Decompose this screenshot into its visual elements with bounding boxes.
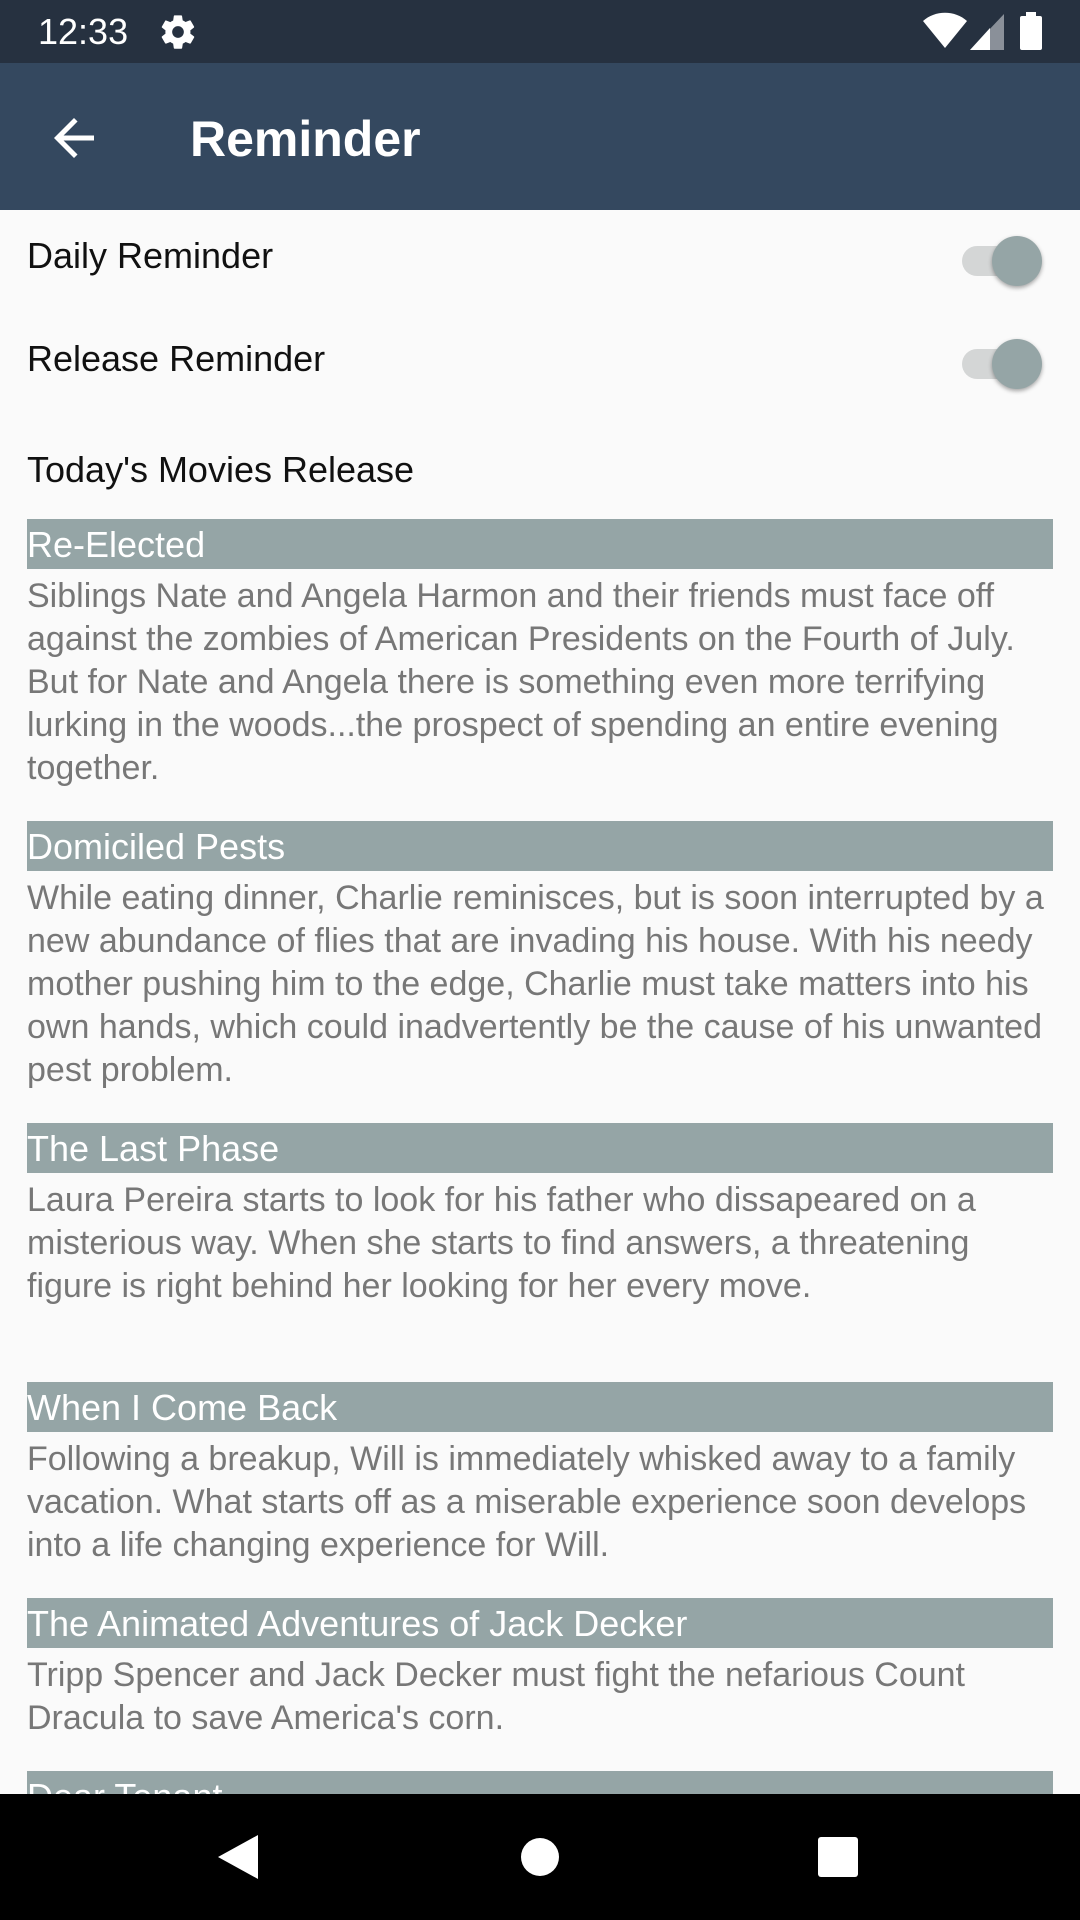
movie-title[interactable]: The Last Phase [27, 1123, 1053, 1173]
release-reminder-label: Release Reminder [27, 338, 326, 379]
section-title: Today's Movies Release [27, 449, 415, 490]
release-reminder-row[interactable]: Release Reminder [0, 313, 1080, 405]
movie-title[interactable]: The Animated Adventures of Jack Decker [27, 1598, 1053, 1648]
status-time: 12:33 [38, 11, 129, 52]
home-circle-icon [521, 1838, 559, 1876]
movie-title[interactable]: Re-Elected [27, 519, 1053, 569]
settings-icon [161, 15, 195, 49]
back-button[interactable] [38, 108, 110, 168]
movie-overview: Tripp Spencer and Jack Decker must fight… [27, 1656, 965, 1737]
movie-overview: Siblings Nate and Angela Harmon and thei… [27, 577, 1015, 787]
release-reminder-switch[interactable] [960, 337, 1046, 389]
arrow-back-icon [54, 118, 94, 158]
recents-square-icon [818, 1837, 858, 1877]
nav-back-button[interactable] [200, 1822, 280, 1892]
movie-title[interactable]: Dear Tenant [27, 1771, 1053, 1794]
page-title: Reminder [190, 111, 421, 167]
daily-reminder-row[interactable]: Daily Reminder [0, 210, 1080, 302]
reminder-content: Daily Reminder Release Reminder Today's … [0, 210, 1080, 1794]
status-bar: 12:33 [0, 0, 1080, 63]
movie-title[interactable]: When I Come Back [27, 1382, 1053, 1432]
switch-thumb [992, 236, 1042, 286]
movie-overview: While eating dinner, Charlie reminisces,… [27, 879, 1044, 1089]
switch-thumb [992, 339, 1042, 389]
signal-icon [970, 14, 1004, 50]
movie-overview: Following a breakup, Will is immediately… [27, 1440, 1027, 1564]
battery-icon [1020, 12, 1042, 50]
movie-title[interactable]: Domiciled Pests [27, 821, 1053, 871]
nav-recents-button[interactable] [798, 1822, 878, 1892]
nav-home-button[interactable] [500, 1822, 580, 1892]
wifi-icon [923, 12, 967, 48]
daily-reminder-label: Daily Reminder [27, 235, 274, 276]
navigation-bar [0, 1794, 1080, 1920]
back-triangle-icon [218, 1835, 258, 1879]
app-bar: Reminder [0, 63, 1080, 210]
daily-reminder-switch[interactable] [960, 234, 1046, 286]
movie-overview: Laura Pereira starts to look for his fat… [27, 1181, 976, 1305]
